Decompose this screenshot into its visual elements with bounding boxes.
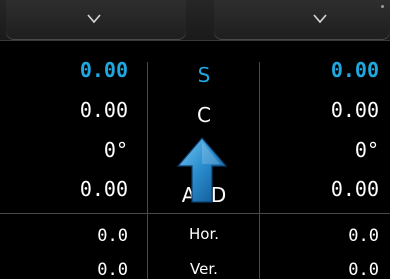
left-vertical-value[interactable]: 0.0	[97, 258, 128, 279]
dropdown-bar	[0, 0, 393, 41]
row-divider	[0, 213, 390, 214]
left-horizontal-value[interactable]: 0.0	[97, 224, 128, 248]
right-cylinder-value[interactable]: 0.00	[331, 98, 379, 122]
left-cylinder-value[interactable]: 0.00	[80, 98, 128, 122]
left-eye-dropdown[interactable]	[6, 0, 186, 40]
column-divider-right	[259, 62, 260, 279]
chevron-down-icon	[87, 14, 101, 24]
prescription-panel: 0.00 S 0.00 0.00 C 0.00 0° 0° 0.00 ADD 0…	[0, 0, 393, 279]
arrow-up-icon	[176, 137, 228, 203]
vertical-label: Ver.	[190, 260, 218, 278]
column-divider-left	[147, 62, 148, 279]
chevron-down-icon	[313, 14, 327, 24]
horizontal-label: Hor.	[188, 225, 219, 243]
right-horizontal-value[interactable]: 0.0	[348, 224, 379, 248]
right-sphere-value[interactable]: 0.00	[331, 58, 379, 82]
left-add-value[interactable]: 0.00	[80, 177, 128, 201]
cylinder-label: C	[197, 103, 211, 127]
left-sphere-value[interactable]: 0.00	[80, 58, 128, 82]
sphere-label: S	[197, 63, 211, 87]
right-eye-dropdown[interactable]	[214, 0, 390, 40]
status-dot	[381, 5, 384, 8]
right-vertical-value[interactable]: 0.0	[348, 258, 379, 279]
left-axis-value[interactable]: 0°	[104, 138, 128, 162]
right-add-value[interactable]: 0.00	[331, 177, 379, 201]
right-axis-value[interactable]: 0°	[355, 138, 379, 162]
